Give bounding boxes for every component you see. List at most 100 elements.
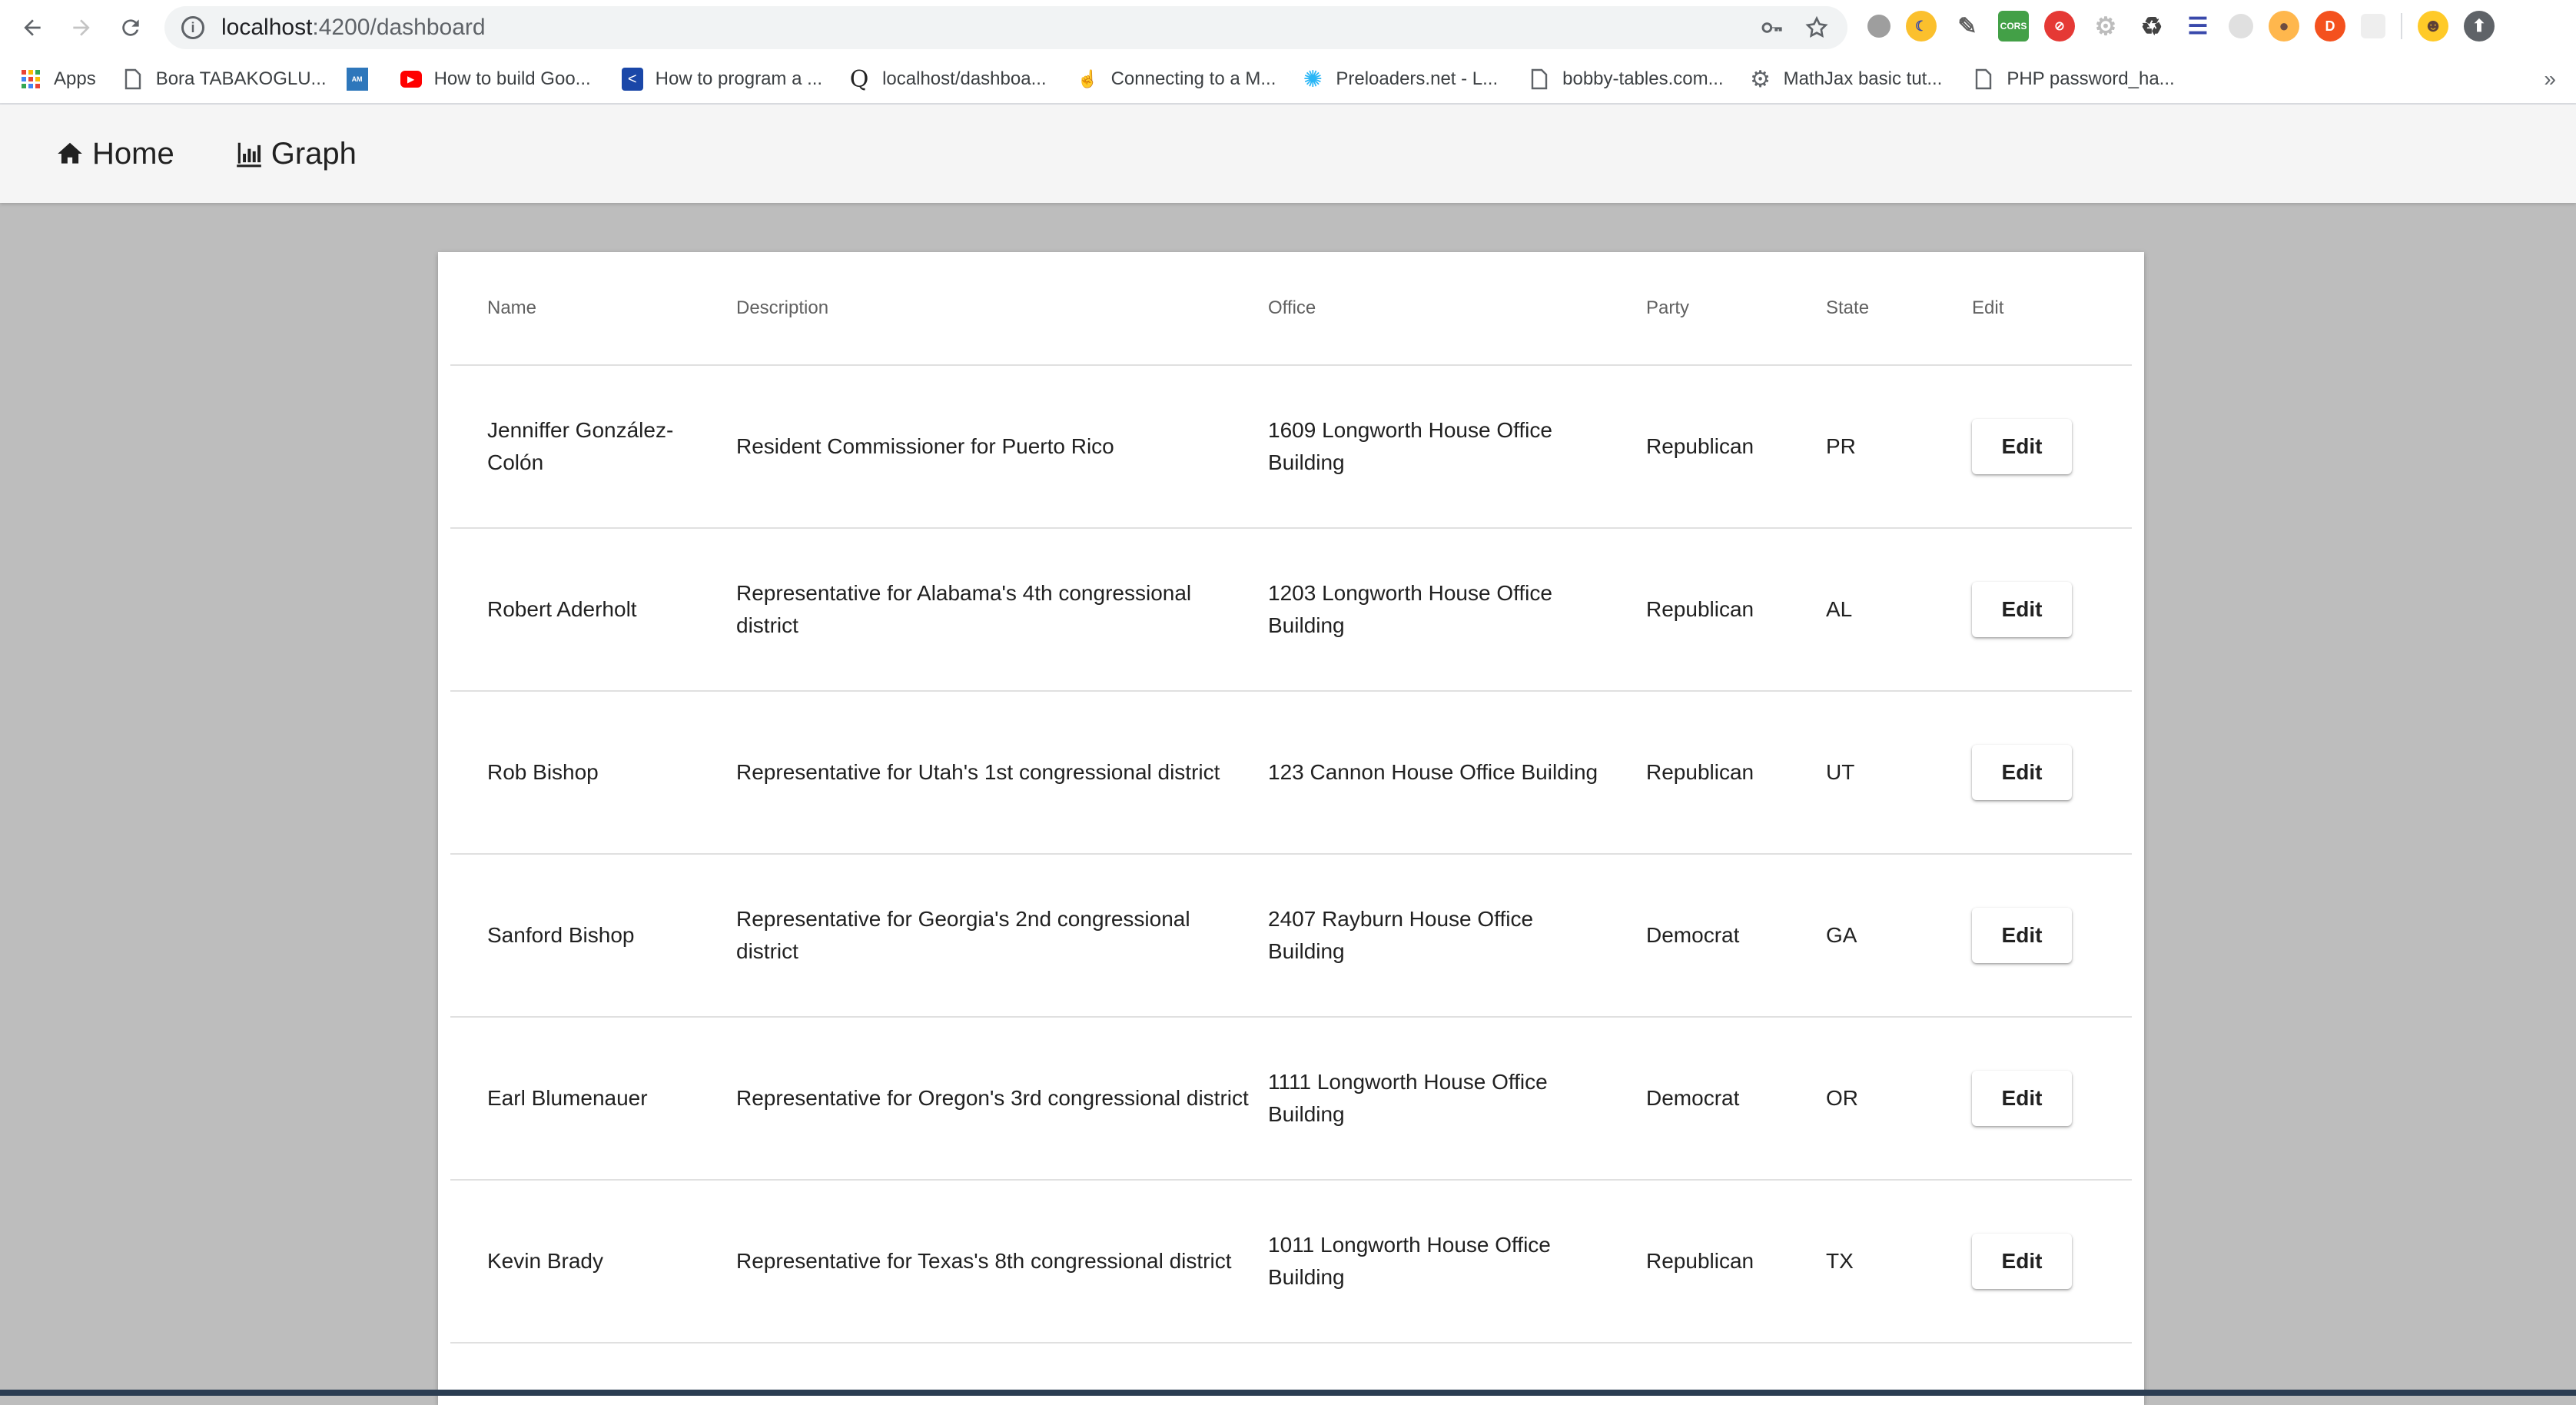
cell-state: PR <box>1826 365 1972 529</box>
cell-name: Sanford Bishop <box>450 854 736 1018</box>
extension-circle-icon[interactable] <box>1867 15 1891 38</box>
cell-description: Representative for Georgia's 2nd congres… <box>736 854 1268 1018</box>
amex-icon: AM <box>346 68 368 91</box>
cell-state: GA <box>1826 854 1972 1018</box>
cell-name: Earl Blumenauer <box>450 1017 736 1181</box>
table-row: Kevin Brady Representative for Texas's 8… <box>450 1180 2132 1344</box>
column-header-description[interactable]: Description <box>736 252 1268 366</box>
bookmark-label: Preloaders.net - L... <box>1336 68 1499 89</box>
extension-duckduckgo-icon[interactable]: D <box>2315 11 2345 42</box>
cell-description: Representative for Utah's 1st congressio… <box>736 691 1268 855</box>
bookmark-label: MathJax basic tut... <box>1783 68 1943 89</box>
cell-edit: Edit <box>1972 1017 2132 1181</box>
cell-edit: Edit <box>1972 691 2132 855</box>
nav-home-label: Home <box>92 136 174 171</box>
edit-button[interactable]: Edit <box>1972 1071 2072 1126</box>
edit-button[interactable]: Edit <box>1972 582 2072 637</box>
extension-eyedropper-icon[interactable]: ✎ <box>1952 11 1983 42</box>
bookmarks-overflow-button[interactable]: » <box>2544 67 2556 91</box>
edit-button[interactable]: Edit <box>1972 1234 2072 1289</box>
extension-moon-icon[interactable]: ☾ <box>1906 11 1937 42</box>
profile-avatar-icon[interactable]: ☻ <box>2418 11 2448 42</box>
cell-office: 1111 Longworth House Office Building <box>1268 1017 1646 1181</box>
bookmark-item[interactable]: ✺ Preloaders.net - L... <box>1302 66 1499 92</box>
browser-toolbar: i localhost:4200/dashboard ☾ ✎ CORS ⊘ ⚙ … <box>0 0 2576 55</box>
column-header-name[interactable]: Name <box>450 252 736 366</box>
bookmark-item[interactable]: AM <box>346 68 380 91</box>
nav-graph-link[interactable]: Graph <box>234 137 357 171</box>
bookmark-apps[interactable]: Apps <box>20 68 96 90</box>
cell-name: Rob Bishop <box>450 691 736 855</box>
spinner-icon: ✺ <box>1303 66 1323 92</box>
nav-home-link[interactable]: Home <box>55 137 174 171</box>
forward-button[interactable] <box>60 6 103 49</box>
cell-party: Democrat <box>1646 1017 1826 1181</box>
cell-edit: Edit <box>1972 365 2132 529</box>
extension-gear-icon[interactable]: ⚙ <box>2090 11 2121 42</box>
bookmark-item[interactable]: < How to program a ... <box>621 68 822 91</box>
column-header-office[interactable]: Office <box>1268 252 1646 366</box>
cursor-icon: ☝ <box>1077 69 1099 88</box>
column-header-state[interactable]: State <box>1826 252 1972 366</box>
cell-office: 123 Cannon House Office Building <box>1268 691 1646 855</box>
table-row: Jenniffer González-Colón Resident Commis… <box>450 365 2132 529</box>
bookmark-item[interactable]: ▶ How to build Goo... <box>400 68 591 90</box>
cell-office: 1011 Longworth House Office Building <box>1268 1180 1646 1344</box>
window-bottom-edge <box>0 1390 2576 1396</box>
cell-edit: Edit <box>1972 1180 2132 1344</box>
extension-cors-icon[interactable]: CORS <box>1998 11 2029 42</box>
bookmark-item[interactable]: Q localhost/dashboa... <box>848 66 1047 93</box>
edit-button[interactable]: Edit <box>1972 908 2072 963</box>
cell-description: Representative for Oregon's 3rd congress… <box>736 1017 1268 1181</box>
cell-office: 1609 Longworth House Office Building <box>1268 365 1646 529</box>
app-header: Home Graph <box>0 105 2576 203</box>
info-icon[interactable]: i <box>181 16 204 39</box>
cell-name: Kevin Brady <box>450 1180 736 1344</box>
bookmark-item[interactable]: bobby-tables.com... <box>1529 68 1724 90</box>
extension-blank-icon[interactable] <box>2361 14 2385 38</box>
extension-grey-icon[interactable] <box>2229 14 2253 38</box>
cell-party: Republican <box>1646 1180 1826 1344</box>
key-icon[interactable] <box>1760 15 1784 40</box>
edit-button[interactable]: Edit <box>1972 745 2072 800</box>
reload-button[interactable] <box>109 6 152 49</box>
column-header-edit: Edit <box>1972 252 2132 366</box>
cell-party: Republican <box>1646 528 1826 692</box>
cell-state: TX <box>1826 1180 1972 1344</box>
table-row: Earl Blumenauer Representative for Orego… <box>450 1017 2132 1181</box>
gear-icon: ⚙ <box>1750 66 1771 92</box>
home-icon <box>58 142 82 164</box>
bookmark-item[interactable]: ☝ Connecting to a M... <box>1077 68 1276 90</box>
extension-ublock-icon[interactable]: ⊘ <box>2044 11 2075 42</box>
address-bar[interactable]: i localhost:4200/dashboard <box>164 6 1847 49</box>
back-button[interactable] <box>11 6 54 49</box>
extensions-area: ☾ ✎ CORS ⊘ ⚙ ♻ ☰ ● D ☻ ⬆ <box>1867 11 2495 42</box>
extension-recycle-icon[interactable]: ♻ <box>2136 11 2167 42</box>
cell-description: Resident Commissioner for Puerto Rico <box>736 365 1268 529</box>
table-row: Sanford Bishop Representative for Georgi… <box>450 854 2132 1018</box>
table-row: Robert Aderholt Representative for Alaba… <box>450 528 2132 692</box>
bookmark-label: Apps <box>54 68 96 89</box>
cell-description: Representative for Alabama's 4th congres… <box>736 528 1268 692</box>
cell-name: Robert Aderholt <box>450 528 736 692</box>
bookmark-label: Connecting to a M... <box>1110 68 1276 89</box>
url-text[interactable]: localhost:4200/dashboard <box>221 15 486 41</box>
column-header-party[interactable]: Party <box>1646 252 1826 366</box>
extension-upload-icon[interactable]: ⬆ <box>2464 11 2495 42</box>
bookmark-star-icon[interactable] <box>1804 15 1829 40</box>
extension-cookie-icon[interactable]: ● <box>2269 11 2299 42</box>
apps-grid-icon <box>20 68 41 90</box>
page-icon <box>1529 68 1550 90</box>
bookmark-item[interactable]: PHP password_ha... <box>1973 68 2175 90</box>
page-icon <box>1973 68 1994 90</box>
bookmark-label: localhost/dashboa... <box>882 68 1047 89</box>
arrow-icon: < <box>621 68 643 91</box>
cell-office: 1203 Longworth House Office Building <box>1268 528 1646 692</box>
youtube-icon: ▶ <box>400 68 422 90</box>
bookmark-item[interactable]: Bora TABAKOGLU... <box>122 68 327 90</box>
bookmark-item[interactable]: ⚙ MathJax basic tut... <box>1750 66 1943 92</box>
cell-state: UT <box>1826 691 1972 855</box>
dashboard-card: Name Description Office Party State Edit… <box>438 252 2144 1405</box>
extension-list-icon[interactable]: ☰ <box>2183 11 2213 42</box>
edit-button[interactable]: Edit <box>1972 419 2072 474</box>
